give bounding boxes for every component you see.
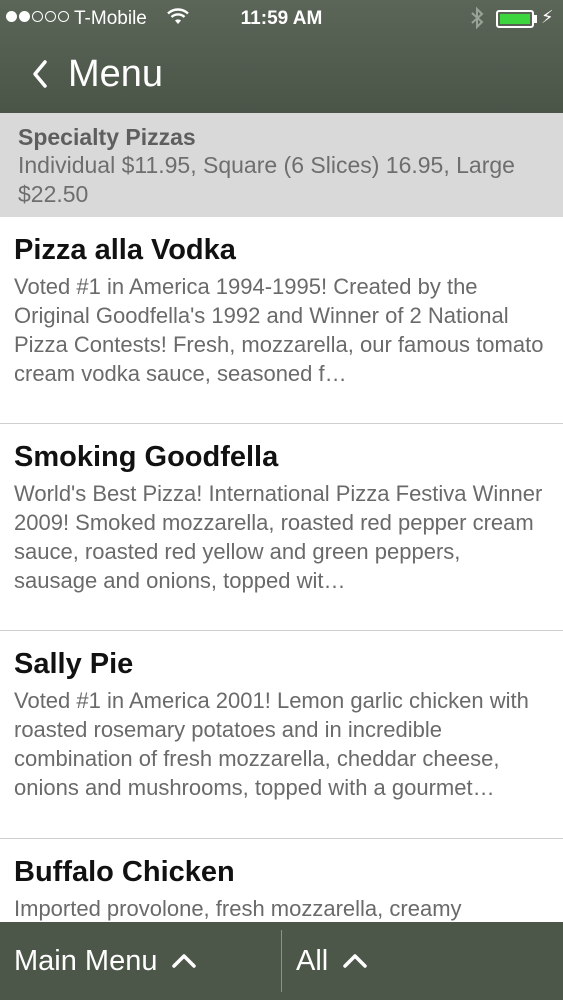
- menu-item-title: Buffalo Chicken: [14, 856, 235, 888]
- chevron-up-icon: [172, 954, 197, 968]
- back-label: Menu: [68, 52, 164, 95]
- chevron-up-icon: [343, 954, 367, 968]
- chevron-left-icon: [33, 60, 47, 88]
- menu-item-title: Smoking Goodfella: [14, 441, 279, 473]
- menu-item[interactable]: Pizza alla Vodka Voted #1 in America 199…: [0, 217, 563, 424]
- menu-item-title: Pizza alla Vodka: [14, 234, 236, 266]
- section-header: Specialty Pizzas Individual $11.95, Squa…: [0, 113, 563, 217]
- menu-item[interactable]: Sally Pie Voted #1 in America 2001! Lemo…: [0, 631, 563, 839]
- menu-item-description: Imported provolone, fresh mozzarella, cr…: [14, 896, 462, 921]
- top-bar: T-Mobile 11:59 AM ⚡ Menu: [0, 0, 563, 113]
- back-button[interactable]: Menu: [30, 50, 163, 98]
- toolbar-divider: [281, 930, 282, 992]
- menu-item[interactable]: Smoking Goodfella World's Best Pizza! In…: [0, 424, 563, 631]
- menu-item-description: World's Best Pizza! International Pizza …: [14, 481, 543, 593]
- bluetooth-icon: [470, 6, 484, 36]
- menu-item-title: Sally Pie: [14, 648, 134, 680]
- section-prices: Individual $11.95, Square (6 Slices) 16.…: [18, 152, 515, 207]
- menu-item-description: Voted #1 in America 1994-1995! Created b…: [14, 274, 544, 386]
- bottom-toolbar: Main Menu All: [0, 922, 563, 1000]
- status-bar: T-Mobile 11:59 AM ⚡: [0, 0, 563, 38]
- battery-level: [500, 14, 530, 24]
- main-menu-label: Main Menu: [14, 944, 158, 977]
- all-label: All: [296, 944, 329, 977]
- charging-icon: ⚡: [541, 7, 554, 27]
- all-filter-button[interactable]: All: [296, 922, 368, 1000]
- section-title: Specialty Pizzas: [18, 124, 196, 150]
- main-menu-button[interactable]: Main Menu: [14, 922, 197, 1000]
- battery-icon: [496, 10, 534, 28]
- battery-tip: [534, 15, 537, 23]
- menu-item-description: Voted #1 in America 2001! Lemon garlic c…: [14, 688, 529, 800]
